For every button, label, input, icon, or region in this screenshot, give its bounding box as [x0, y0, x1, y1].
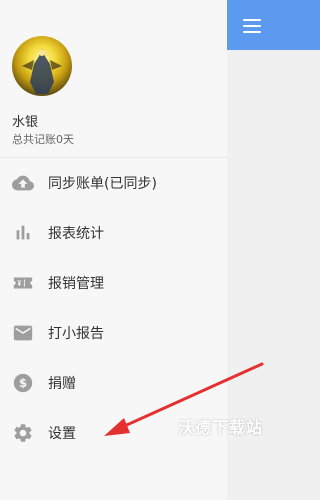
- menu-item-sync[interactable]: 同步账单(已同步): [0, 158, 227, 208]
- watermark: 沃德下载站: [178, 418, 264, 437]
- avatar[interactable]: [12, 36, 72, 96]
- app-bar: [227, 0, 320, 50]
- avatar-image: [22, 48, 62, 94]
- gear-icon: [14, 424, 32, 442]
- menu-item-feedback[interactable]: 打小报告: [0, 308, 227, 358]
- menu-item-label: 同步账单(已同步): [48, 176, 157, 192]
- svg-text:$: $: [19, 376, 27, 390]
- menu-item-donate[interactable]: $ 捐赠: [0, 358, 227, 408]
- username: 水银: [12, 115, 39, 130]
- menu-item-report[interactable]: 报表统计: [0, 208, 227, 258]
- menu-item-label: 报表统计: [48, 226, 104, 242]
- menu-item-reimbursement[interactable]: 报销管理: [0, 258, 227, 308]
- menu-item-label: 打小报告: [48, 326, 104, 342]
- cloud-upload-icon: [12, 175, 34, 191]
- menu-item-label: 报销管理: [48, 276, 104, 292]
- menu-item-label: 捐赠: [48, 376, 76, 392]
- bookkeeping-days: 总共记账0天: [12, 133, 74, 146]
- bar-chart-icon: [16, 225, 30, 240]
- menu-item-label: 设置: [48, 426, 76, 442]
- drawer-menu: 同步账单(已同步) 报表统计 报销管理 打小报告 $ 捐赠 设置: [0, 158, 227, 458]
- mail-icon: [13, 325, 33, 341]
- receipt-icon: [13, 277, 33, 289]
- profile-header: 水银 总共记账0天: [0, 0, 227, 158]
- hamburger-menu-icon[interactable]: [243, 19, 261, 33]
- dollar-icon: $: [13, 373, 33, 393]
